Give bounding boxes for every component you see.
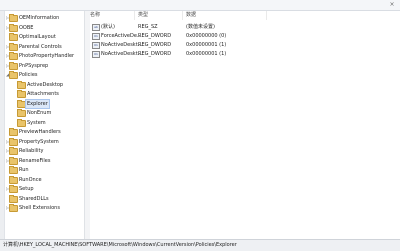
title-bar: × [0, 0, 400, 11]
tree-item[interactable]: ▷ OOBE [0, 23, 84, 32]
value-name: NoActiveDeskt... [101, 42, 143, 48]
tree-item-label: RenameFiles [19, 157, 51, 164]
tree-item[interactable]: ▷ PropertySystem [0, 137, 84, 146]
registry-path: 计算机\HKEY_LOCAL_MACHINE\SOFTWARE\Microsof… [3, 242, 237, 248]
folder-icon [9, 147, 18, 155]
tree-item[interactable]: ▷ Reliability [0, 147, 84, 155]
status-bar: 计算机\HKEY_LOCAL_MACHINE\SOFTWARE\Microsof… [0, 239, 400, 251]
folder-icon [17, 90, 26, 98]
folder-icon [9, 71, 18, 79]
tree-item-label: Run [19, 167, 29, 173]
tree-item[interactable]: ▷ OEMInformation [0, 14, 84, 22]
tree-item[interactable]: ActiveDesktop [0, 80, 84, 89]
folder-icon [17, 80, 26, 89]
registry-value-row[interactable]: 01 NoActiveDeskt... REG_DWORD 0x00000001 (1… [90, 50, 396, 58]
registry-value-icon: 01 [92, 51, 100, 58]
folder-icon [9, 137, 18, 146]
tree-item-label: PreviewHandlers [19, 129, 61, 135]
registry-value-icon: 01 [92, 33, 100, 40]
value-type: REG_DWORD [138, 33, 172, 39]
value-type: REG_SZ [138, 24, 158, 30]
tree-item-label: PhotoPropertyHandler [19, 53, 75, 59]
tree-item[interactable]: RunOnce [0, 175, 84, 184]
tree-item[interactable]: Attachments [0, 90, 84, 98]
tree-item-label: SharedDLLs [19, 195, 49, 202]
registry-value-row[interactable]: ab (默认) REG_SZ (数值未设置) [90, 23, 396, 31]
tree-item-label: PnPSysprep [19, 62, 49, 69]
folder-icon [9, 14, 18, 22]
tree-item-label: Policies [19, 72, 38, 78]
registry-tree[interactable]: ▷ OEMInformation ▷ OOBE OptimalLayout ▷ Parent… [0, 11, 84, 239]
folder-icon [9, 194, 18, 203]
tree-item[interactable]: ▷ PnPSysprep [0, 61, 84, 70]
tree-item[interactable]: NonEnum [0, 109, 84, 117]
folder-icon [17, 99, 26, 108]
value-name: (默认) [101, 24, 115, 30]
tree-item-label: OOBE [19, 24, 34, 31]
folder-icon [17, 109, 26, 117]
value-name: NoActiveDeskt... [101, 51, 143, 57]
tree-item-label: RunOnce [19, 176, 42, 183]
value-data: 0x00000001 (1) [186, 51, 227, 57]
tree-item[interactable]: ▷ PhotoPropertyHandler [0, 52, 84, 60]
values-pane[interactable]: 名称 类型 数据 ab (默认) REG_SZ (数值未设置) 01 ForceActiv… [90, 11, 396, 239]
column-header-data[interactable]: 数据 [186, 11, 267, 20]
folder-icon [9, 175, 18, 184]
tree-item[interactable]: ▷ RenameFiles [0, 156, 84, 165]
registry-value-icon: 01 [92, 42, 100, 49]
tree-item-label: Explorer [25, 98, 50, 109]
tree-item-label: OptimalLayout [19, 34, 56, 40]
value-data: 0x00000001 (1) [186, 42, 227, 48]
folder-icon [9, 185, 18, 193]
tree-item-label: Setup [19, 186, 34, 192]
folder-icon [9, 156, 18, 165]
tree-item[interactable]: System [0, 118, 84, 127]
tree-item[interactable]: Run [0, 166, 84, 174]
folder-icon [9, 33, 18, 41]
folder-icon [9, 52, 18, 60]
tree-item-label: NonEnum [27, 110, 52, 116]
folder-icon [9, 61, 18, 70]
folder-icon [9, 42, 18, 51]
tree-item[interactable]: SharedDLLs [0, 194, 84, 203]
column-header-name[interactable]: 名称 [90, 11, 135, 20]
tree-item-label: Parental Controls [19, 43, 62, 50]
tree-item[interactable]: ▷ Shell Extensions [0, 204, 84, 212]
column-header-type[interactable]: 类型 [138, 11, 183, 20]
folder-icon [9, 128, 18, 136]
close-icon: × [389, 1, 395, 8]
tree-item-label: OEMInformation [19, 15, 60, 21]
tree-item-label: Shell Extensions [19, 205, 60, 211]
tree-item-label: Attachments [27, 91, 59, 97]
tree-item[interactable]: Explorer [0, 98, 84, 109]
registry-value-row[interactable]: 01 NoActiveDeskt... REG_DWORD 0x00000001 (1… [90, 41, 396, 49]
value-data: (数值未设置) [186, 24, 215, 30]
value-type: REG_DWORD [138, 51, 172, 57]
tree-item[interactable]: ▷ Setup [0, 185, 84, 193]
registry-value-row[interactable]: 01 ForceActiveDe... REG_DWORD 0x00000000 (0… [90, 32, 396, 40]
tree-item[interactable]: ◢ Policies [0, 71, 84, 79]
tree-item[interactable]: ▷ Parental Controls [0, 42, 84, 51]
tree-item[interactable]: OptimalLayout [0, 33, 84, 41]
folder-icon [9, 204, 18, 212]
value-data: 0x00000000 (0) [186, 33, 227, 39]
folder-icon [17, 118, 26, 127]
tree-item-label: Reliability [19, 148, 44, 154]
registry-value-icon: ab [92, 24, 100, 31]
tree-item-label: PropertySystem [19, 138, 59, 145]
close-button[interactable]: × [388, 1, 396, 8]
value-name: ForceActiveDe... [101, 33, 142, 39]
value-type: REG_DWORD [138, 42, 172, 48]
tree-item-label: ActiveDesktop [27, 81, 64, 88]
tree-item[interactable]: PreviewHandlers [0, 128, 84, 136]
folder-icon [9, 166, 18, 174]
tree-item-label: System [27, 119, 46, 126]
folder-icon [9, 23, 18, 32]
